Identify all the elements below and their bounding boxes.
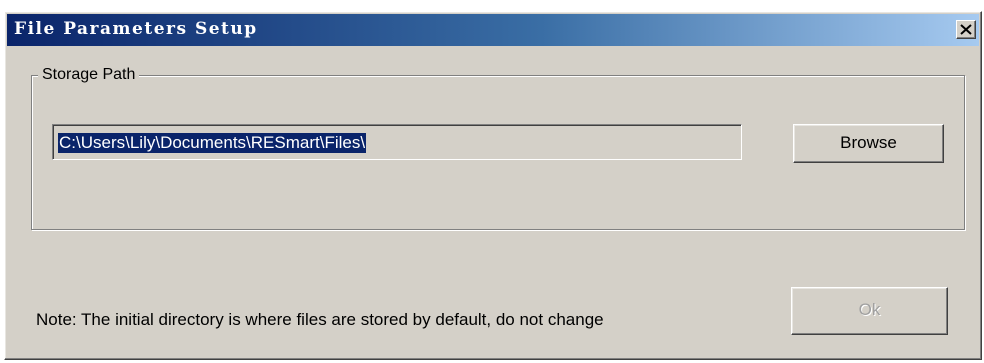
close-icon <box>960 24 972 35</box>
title-bar[interactable]: File Parameters Setup <box>7 14 979 46</box>
storage-path-value[interactable]: C:\Users\Lily\Documents\RESmart\Files\ <box>58 133 367 153</box>
storage-path-input[interactable]: C:\Users\Lily\Documents\RESmart\Files\ <box>52 124 742 160</box>
note-text: Note: The initial directory is where fil… <box>36 310 604 329</box>
storage-path-label: Storage Path <box>38 66 140 84</box>
close-button[interactable] <box>956 20 976 39</box>
window-title: File Parameters Setup <box>14 19 258 39</box>
ok-button[interactable]: Ok <box>791 287 948 335</box>
browse-button[interactable]: Browse <box>793 124 944 163</box>
